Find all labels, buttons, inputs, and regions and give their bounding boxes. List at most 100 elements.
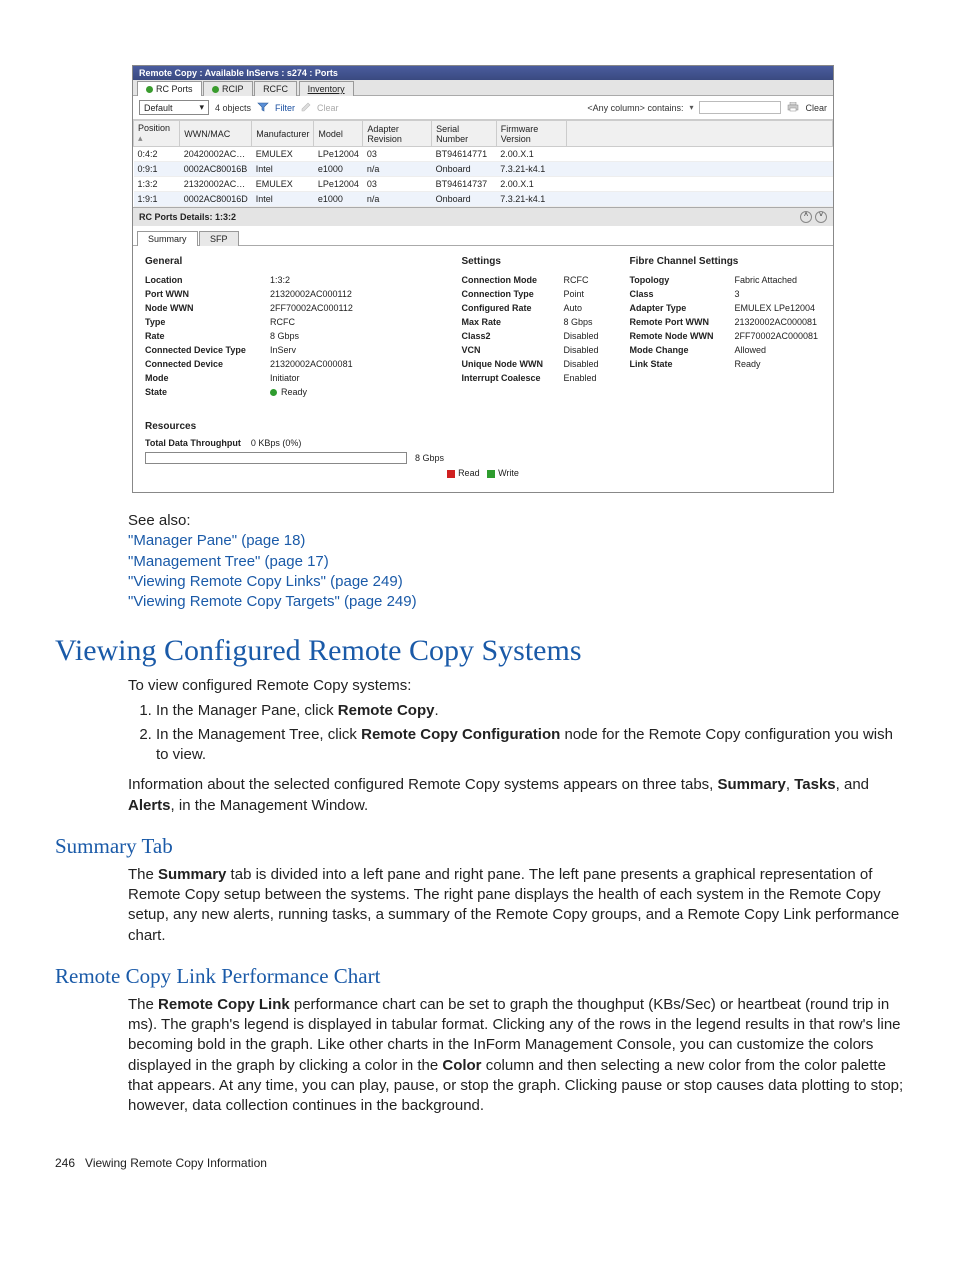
table-row[interactable]: 0:4:220420002AC…EMULEXLPe1200403BT946147… bbox=[134, 147, 833, 162]
col-serial[interactable]: Serial Number bbox=[432, 121, 497, 147]
intro-text: To view configured Remote Copy systems: bbox=[128, 676, 906, 696]
col-wwn[interactable]: WWN/MAC bbox=[180, 121, 252, 147]
legend-write: Write bbox=[498, 468, 519, 478]
kv-row: Link StateReady bbox=[629, 357, 821, 371]
chevron-down-icon[interactable]: ▾ bbox=[689, 103, 693, 112]
kv-row: Connected Device TypeInServ bbox=[145, 343, 451, 357]
view-select[interactable]: Default ▾ bbox=[139, 100, 209, 115]
step-1: In the Manager Pane, click Remote Copy. bbox=[156, 701, 906, 721]
legend-write-swatch bbox=[487, 470, 495, 478]
table-row[interactable]: 1:9:10002AC80016DIntele1000n/aOnboard7.3… bbox=[134, 192, 833, 207]
kv-row: Location1:3:2 bbox=[145, 273, 451, 287]
col-position[interactable]: Position bbox=[134, 121, 180, 147]
link-rc-links[interactable]: "Viewing Remote Copy Links" (page 249) bbox=[128, 572, 906, 592]
clear-button[interactable]: Clear bbox=[805, 103, 827, 113]
see-also-label: See also: bbox=[128, 511, 906, 531]
ports-table: Position WWN/MAC Manufacturer Model Adap… bbox=[133, 120, 833, 207]
heading-rc-link-chart: Remote Copy Link Performance Chart bbox=[55, 964, 954, 989]
details-header: RC Ports Details: 1:3:2 ˄ ˅ bbox=[133, 207, 833, 226]
kv-row: StateReady bbox=[145, 385, 451, 399]
general-title: General bbox=[145, 256, 451, 267]
kv-row: Connection TypePoint bbox=[461, 287, 619, 301]
kv-row: Node WWN2FF70002AC000112 bbox=[145, 301, 451, 315]
chart-paragraph: The Remote Copy Link performance chart c… bbox=[128, 995, 906, 1117]
tab-rc-ports[interactable]: RC Ports bbox=[137, 81, 202, 96]
tab-rcip-label: RCIP bbox=[222, 84, 244, 94]
printer-icon[interactable] bbox=[787, 102, 799, 114]
kv-row: TypeRCFC bbox=[145, 315, 451, 329]
kv-row: Configured RateAuto bbox=[461, 301, 619, 315]
kv-row: Max Rate8 Gbps bbox=[461, 315, 619, 329]
search-hint: <Any column> contains: bbox=[587, 103, 683, 113]
filter-icon[interactable] bbox=[257, 102, 269, 114]
kv-row: Connection ModeRCFC bbox=[461, 273, 619, 287]
window-title: Remote Copy : Available InServs : s274 :… bbox=[133, 66, 833, 80]
tab-rc-ports-label: RC Ports bbox=[156, 84, 193, 94]
tab-inventory[interactable]: Inventory bbox=[299, 81, 354, 96]
settings-section: Settings Connection ModeRCFCConnection T… bbox=[461, 256, 619, 399]
tab-rcfc[interactable]: RCFC bbox=[254, 81, 297, 96]
kv-row: ModeInitiator bbox=[145, 371, 451, 385]
link-manager-pane[interactable]: "Manager Pane" (page 18) bbox=[128, 531, 906, 551]
chevron-down-icon: ▾ bbox=[199, 102, 204, 113]
link-rc-targets[interactable]: "Viewing Remote Copy Targets" (page 249) bbox=[128, 592, 906, 612]
kv-row: Class2Disabled bbox=[461, 329, 619, 343]
info-paragraph: Information about the selected configure… bbox=[128, 775, 906, 816]
search-input[interactable] bbox=[699, 101, 781, 114]
legend-read-swatch bbox=[447, 470, 455, 478]
col-adapter-rev[interactable]: Adapter Revision bbox=[363, 121, 432, 147]
tab-rcfc-label: RCFC bbox=[263, 84, 288, 94]
fcs-title: Fibre Channel Settings bbox=[629, 256, 821, 267]
resources-section: Resources Total Data Throughput 0 KBps (… bbox=[133, 421, 833, 492]
table-row[interactable]: 0:9:10002AC80016BIntele1000n/aOnboard7.3… bbox=[134, 162, 833, 177]
heading-viewing-configured: Viewing Configured Remote Copy Systems bbox=[55, 634, 954, 668]
link-management-tree[interactable]: "Management Tree" (page 17) bbox=[128, 552, 906, 572]
throughput-value: 0 KBps (0%) bbox=[251, 438, 302, 448]
fcs-section: Fibre Channel Settings TopologyFabric At… bbox=[629, 256, 821, 399]
tab-inventory-label: Inventory bbox=[308, 84, 345, 94]
page-footer: 246 Viewing Remote Copy Information bbox=[55, 1156, 954, 1170]
collapse-up-icon[interactable]: ˄ bbox=[800, 211, 812, 223]
step-2: In the Management Tree, click Remote Cop… bbox=[156, 725, 906, 766]
col-manufacturer[interactable]: Manufacturer bbox=[252, 121, 314, 147]
kv-row: Mode ChangeAllowed bbox=[629, 343, 821, 357]
kv-row: Unique Node WWNDisabled bbox=[461, 357, 619, 371]
kv-row: Interrupt CoalesceEnabled bbox=[461, 371, 619, 385]
kv-row: Remote Node WWN2FF70002AC000081 bbox=[629, 329, 821, 343]
tab-summary[interactable]: Summary bbox=[137, 231, 198, 246]
view-select-value: Default bbox=[144, 103, 173, 113]
app-screenshot: Remote Copy : Available InServs : s274 :… bbox=[132, 65, 834, 493]
col-model[interactable]: Model bbox=[314, 121, 363, 147]
clear-link: Clear bbox=[317, 103, 339, 113]
bar-max: 8 Gbps bbox=[415, 453, 444, 463]
object-count: 4 objects bbox=[215, 103, 251, 113]
top-tabs: RC Ports RCIP RCFC Inventory bbox=[133, 80, 833, 96]
kv-row: Class3 bbox=[629, 287, 821, 301]
kv-row: Rate8 Gbps bbox=[145, 329, 451, 343]
kv-row: TopologyFabric Attached bbox=[629, 273, 821, 287]
table-row[interactable]: 1:3:221320002AC…EMULEXLPe1200403BT946147… bbox=[134, 177, 833, 192]
summary-paragraph: The Summary tab is divided into a left p… bbox=[128, 865, 906, 946]
details-header-text: RC Ports Details: 1:3:2 bbox=[139, 212, 236, 222]
general-section: General Location1:3:2Port WWN21320002AC0… bbox=[145, 256, 451, 399]
kv-row: VCNDisabled bbox=[461, 343, 619, 357]
throughput-label: Total Data Throughput bbox=[145, 438, 241, 448]
detail-tabs: Summary SFP bbox=[133, 230, 833, 246]
collapse-down-icon[interactable]: ˅ bbox=[815, 211, 827, 223]
filter-link[interactable]: Filter bbox=[275, 103, 295, 113]
tab-sfp[interactable]: SFP bbox=[199, 231, 239, 246]
kv-row: Adapter TypeEMULEX LPe12004 bbox=[629, 301, 821, 315]
steps-list: In the Manager Pane, click Remote Copy. … bbox=[128, 701, 906, 766]
kv-row: Connected Device21320002AC000081 bbox=[145, 357, 451, 371]
col-blank bbox=[567, 121, 833, 147]
resources-title: Resources bbox=[145, 421, 821, 432]
kv-row: Port WWN21320002AC000112 bbox=[145, 287, 451, 301]
settings-title: Settings bbox=[461, 256, 619, 267]
col-firmware[interactable]: Firmware Version bbox=[496, 121, 567, 147]
legend-read: Read bbox=[458, 468, 480, 478]
heading-summary-tab: Summary Tab bbox=[55, 834, 954, 859]
clear-icon bbox=[301, 102, 311, 114]
toolbar: Default ▾ 4 objects Filter Clear <Any col… bbox=[133, 96, 833, 120]
tab-rcip[interactable]: RCIP bbox=[203, 81, 253, 96]
throughput-bar bbox=[145, 452, 407, 464]
